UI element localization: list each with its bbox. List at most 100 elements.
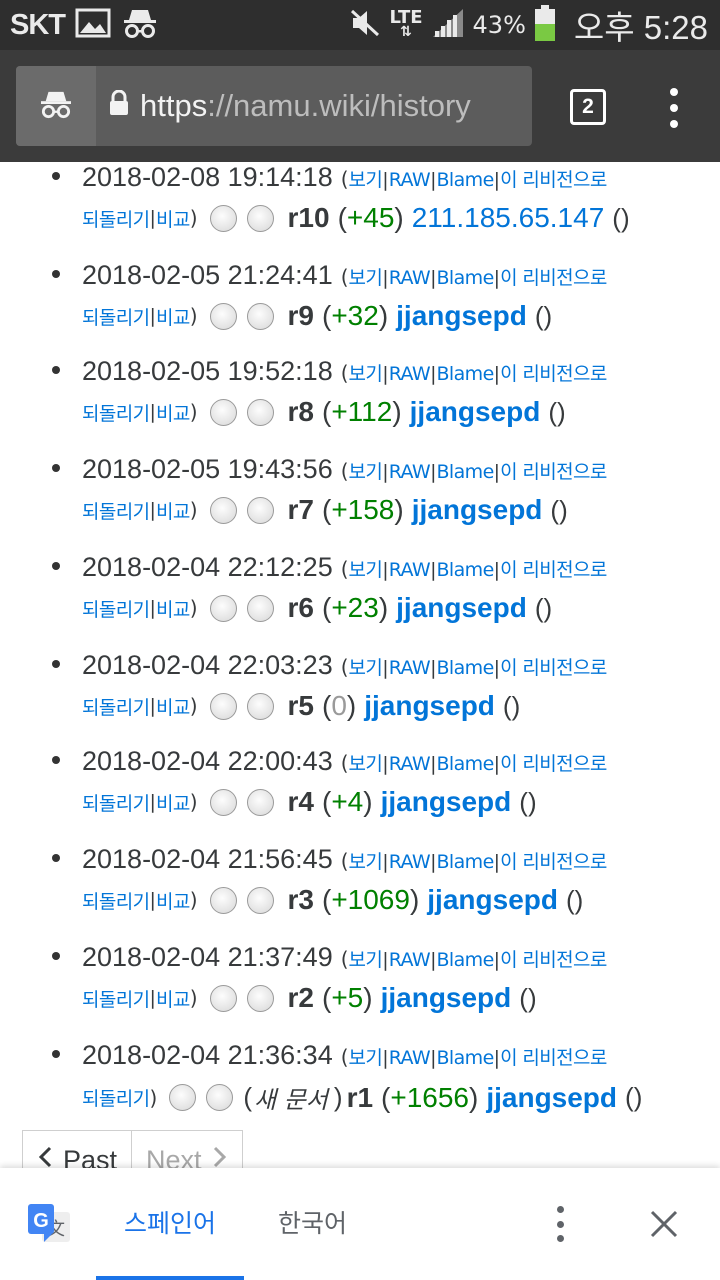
past-button[interactable]: Past — [22, 1130, 133, 1168]
revert-link-continued[interactable]: 되돌리기 — [82, 693, 150, 720]
compare-old-radio[interactable] — [209, 398, 237, 426]
revert-link-continued[interactable]: 되돌리기 — [82, 985, 150, 1012]
revert-link[interactable]: 이 리비전으로 — [500, 165, 607, 192]
compare-link[interactable]: 비교 — [156, 985, 190, 1012]
revert-link-continued[interactable]: 되돌리기 — [82, 887, 150, 914]
view-link[interactable]: 보기 — [349, 653, 383, 680]
view-link[interactable]: 보기 — [349, 555, 383, 582]
compare-old-radio[interactable] — [209, 496, 237, 524]
view-link[interactable]: 보기 — [349, 165, 383, 192]
revert-link-continued[interactable]: 되돌리기 — [82, 789, 150, 816]
revert-link-continued[interactable]: 되돌리기 — [82, 303, 150, 330]
raw-link[interactable]: RAW — [389, 753, 431, 775]
revert-link[interactable]: 이 리비전으로 — [500, 653, 607, 680]
raw-link[interactable]: RAW — [389, 461, 431, 483]
author-link[interactable]: jjangsepd — [427, 884, 558, 916]
raw-link[interactable]: RAW — [389, 267, 431, 289]
compare-link[interactable]: 비교 — [156, 497, 190, 524]
compare-new-radio[interactable] — [246, 398, 274, 426]
compare-link[interactable]: 비교 — [156, 399, 190, 426]
revert-link[interactable]: 이 리비전으로 — [500, 749, 607, 776]
compare-old-radio[interactable] — [209, 984, 237, 1012]
incognito-badge — [16, 66, 96, 146]
view-link[interactable]: 보기 — [349, 1043, 383, 1070]
raw-link[interactable]: RAW — [389, 559, 431, 581]
view-link[interactable]: 보기 — [349, 359, 383, 386]
compare-old-radio[interactable] — [209, 302, 237, 330]
raw-link[interactable]: RAW — [389, 657, 431, 679]
compare-new-radio[interactable] — [246, 204, 274, 232]
author-link[interactable]: jjangsepd — [486, 1082, 617, 1114]
author-link[interactable]: 211.185.65.147 — [412, 202, 605, 234]
raw-link[interactable]: RAW — [389, 851, 431, 873]
blame-link[interactable]: Blame — [437, 169, 495, 191]
author-link[interactable]: jjangsepd — [381, 786, 512, 818]
compare-old-radio[interactable] — [209, 788, 237, 816]
target-language-tab[interactable]: 한국어 — [278, 1204, 347, 1240]
compare-new-radio[interactable] — [246, 302, 274, 330]
revert-link-continued[interactable]: 되돌리기 — [82, 1084, 150, 1111]
blame-link[interactable]: Blame — [437, 461, 495, 483]
revert-link[interactable]: 이 리비전으로 — [500, 263, 607, 290]
next-button[interactable]: Next — [132, 1130, 243, 1168]
blame-link[interactable]: Blame — [437, 363, 495, 385]
revert-link[interactable]: 이 리비전으로 — [500, 457, 607, 484]
revert-link[interactable]: 이 리비전으로 — [500, 945, 607, 972]
revert-link[interactable]: 이 리비전으로 — [500, 847, 607, 874]
raw-link[interactable]: RAW — [389, 363, 431, 385]
view-link[interactable]: 보기 — [349, 847, 383, 874]
menu-icon[interactable] — [662, 88, 686, 128]
blame-link[interactable]: Blame — [437, 267, 495, 289]
revert-link[interactable]: 이 리비전으로 — [500, 555, 607, 582]
revert-link[interactable]: 이 리비전으로 — [500, 1043, 607, 1070]
view-link[interactable]: 보기 — [349, 945, 383, 972]
compare-link[interactable]: 비교 — [156, 789, 190, 816]
revert-link-continued[interactable]: 되돌리기 — [82, 497, 150, 524]
raw-link[interactable]: RAW — [389, 169, 431, 191]
revert-link[interactable]: 이 리비전으로 — [500, 359, 607, 386]
compare-new-radio[interactable] — [246, 692, 274, 720]
compare-link[interactable]: 비교 — [156, 595, 190, 622]
raw-link[interactable]: RAW — [389, 1047, 431, 1069]
compare-link[interactable]: 비교 — [156, 205, 190, 232]
compare-new-radio[interactable] — [246, 788, 274, 816]
view-link[interactable]: 보기 — [349, 263, 383, 290]
compare-link[interactable]: 비교 — [156, 887, 190, 914]
blame-link[interactable]: Blame — [437, 657, 495, 679]
compare-new-radio[interactable] — [246, 594, 274, 622]
url-text[interactable]: https://namu.wiki/history — [96, 88, 471, 124]
author-link[interactable]: jjangsepd — [412, 494, 543, 526]
blame-link[interactable]: Blame — [437, 949, 495, 971]
compare-link[interactable]: 비교 — [156, 303, 190, 330]
compare-new-radio[interactable] — [246, 984, 274, 1012]
author-link[interactable]: jjangsepd — [396, 300, 527, 332]
blame-link[interactable]: Blame — [437, 851, 495, 873]
compare-new-radio[interactable] — [206, 1084, 234, 1111]
revert-link-continued[interactable]: 되돌리기 — [82, 595, 150, 622]
author-link[interactable]: jjangsepd — [396, 592, 527, 624]
blame-link[interactable]: Blame — [437, 1047, 495, 1069]
blame-link[interactable]: Blame — [437, 559, 495, 581]
compare-new-radio[interactable] — [246, 886, 274, 914]
revert-link-continued[interactable]: 되돌리기 — [82, 399, 150, 426]
compare-link[interactable]: 비교 — [156, 693, 190, 720]
author-link[interactable]: jjangsepd — [381, 982, 512, 1014]
close-icon[interactable] — [646, 1206, 682, 1242]
view-link[interactable]: 보기 — [349, 749, 383, 776]
compare-old-radio[interactable] — [209, 886, 237, 914]
author-link[interactable]: jjangsepd — [364, 690, 495, 722]
more-options-icon[interactable] — [550, 1206, 570, 1242]
view-link[interactable]: 보기 — [349, 457, 383, 484]
compare-old-radio[interactable] — [209, 594, 237, 622]
compare-old-radio[interactable] — [169, 1084, 197, 1111]
compare-old-radio[interactable] — [209, 204, 237, 232]
author-link[interactable]: jjangsepd — [410, 396, 541, 428]
compare-new-radio[interactable] — [246, 496, 274, 524]
blame-link[interactable]: Blame — [437, 753, 495, 775]
raw-link[interactable]: RAW — [389, 949, 431, 971]
compare-old-radio[interactable] — [209, 692, 237, 720]
revert-link-continued[interactable]: 되돌리기 — [82, 205, 150, 232]
url-bar[interactable]: https://namu.wiki/history — [16, 66, 532, 146]
source-language-tab[interactable]: 스페인어 — [96, 1204, 244, 1240]
tab-switcher-button[interactable]: 2 — [570, 89, 606, 125]
